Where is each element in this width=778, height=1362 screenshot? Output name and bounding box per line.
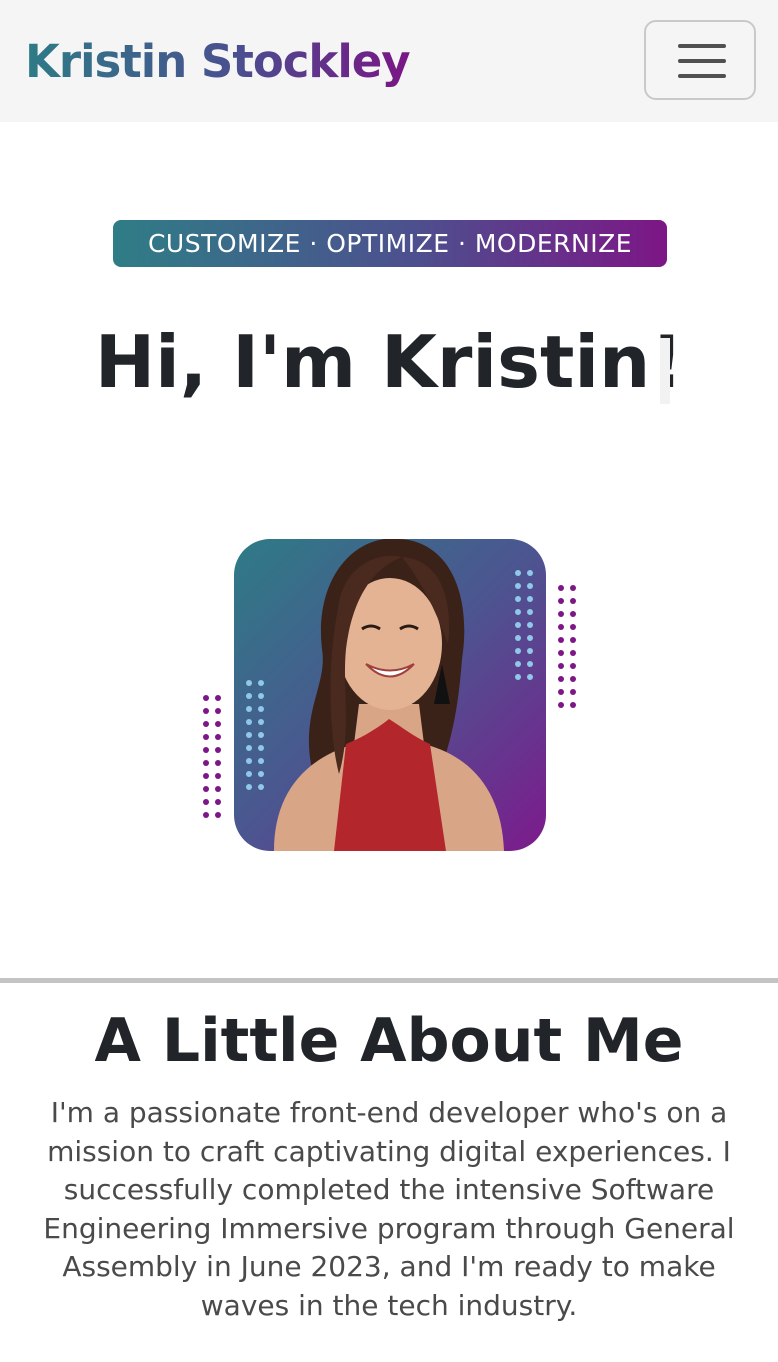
dot bbox=[246, 771, 252, 777]
dot bbox=[215, 721, 221, 727]
dot bbox=[527, 570, 533, 576]
dot bbox=[258, 693, 264, 699]
dot-pattern-left-inner bbox=[246, 680, 264, 790]
dot bbox=[246, 732, 252, 738]
dot bbox=[246, 719, 252, 725]
typing-cursor bbox=[660, 338, 670, 404]
dot bbox=[258, 706, 264, 712]
dot bbox=[203, 734, 209, 740]
dot bbox=[246, 680, 252, 686]
dot bbox=[570, 637, 576, 643]
dot-pattern-right bbox=[558, 585, 576, 708]
dot bbox=[203, 760, 209, 766]
dot bbox=[258, 758, 264, 764]
dot bbox=[515, 622, 521, 628]
dot bbox=[258, 771, 264, 777]
dot bbox=[246, 706, 252, 712]
dot bbox=[515, 635, 521, 641]
dot bbox=[527, 622, 533, 628]
dot bbox=[246, 784, 252, 790]
portrait-photo bbox=[234, 539, 546, 851]
dot bbox=[558, 585, 564, 591]
dot bbox=[515, 674, 521, 680]
dot bbox=[203, 695, 209, 701]
dot bbox=[570, 689, 576, 695]
dot bbox=[203, 708, 209, 714]
dot bbox=[215, 786, 221, 792]
dot bbox=[527, 661, 533, 667]
dot bbox=[558, 624, 564, 630]
dot bbox=[215, 760, 221, 766]
dot bbox=[203, 773, 209, 779]
dot bbox=[258, 745, 264, 751]
dot bbox=[515, 583, 521, 589]
dot bbox=[515, 661, 521, 667]
dot bbox=[258, 732, 264, 738]
dot bbox=[558, 676, 564, 682]
section-divider bbox=[0, 978, 778, 983]
dot bbox=[515, 648, 521, 654]
dot bbox=[215, 695, 221, 701]
dot bbox=[570, 598, 576, 604]
dot bbox=[215, 773, 221, 779]
dot bbox=[558, 663, 564, 669]
dot bbox=[527, 635, 533, 641]
dot bbox=[258, 680, 264, 686]
dot bbox=[558, 689, 564, 695]
dot bbox=[558, 611, 564, 617]
dot bbox=[203, 786, 209, 792]
dot bbox=[215, 747, 221, 753]
dot bbox=[246, 745, 252, 751]
dot bbox=[570, 585, 576, 591]
dot bbox=[203, 799, 209, 805]
about-paragraph: I'm a passionate front-end developer who… bbox=[43, 1096, 735, 1322]
dot bbox=[570, 624, 576, 630]
dot bbox=[570, 702, 576, 708]
dot-pattern-right-inner bbox=[515, 570, 533, 680]
portrait-image bbox=[274, 539, 504, 851]
dot bbox=[570, 611, 576, 617]
tagline-badge: CUSTOMIZE · OPTIMIZE · MODERNIZE bbox=[113, 220, 667, 267]
dot bbox=[246, 758, 252, 764]
brand-logo[interactable]: Kristin Stockley bbox=[25, 34, 411, 90]
dot bbox=[215, 734, 221, 740]
dot bbox=[527, 596, 533, 602]
dot bbox=[515, 570, 521, 576]
dot bbox=[558, 702, 564, 708]
about-title: A Little About Me bbox=[94, 1006, 684, 1076]
dot bbox=[570, 650, 576, 656]
navbar: Kristin Stockley bbox=[0, 0, 778, 122]
menu-toggle-button[interactable] bbox=[644, 20, 756, 100]
dot bbox=[515, 596, 521, 602]
dot bbox=[215, 799, 221, 805]
dot bbox=[527, 674, 533, 680]
dot bbox=[558, 650, 564, 656]
dot bbox=[258, 719, 264, 725]
dot bbox=[527, 648, 533, 654]
dot bbox=[215, 812, 221, 818]
dot bbox=[203, 747, 209, 753]
dot-pattern-left bbox=[203, 695, 221, 818]
dot bbox=[570, 663, 576, 669]
dot bbox=[203, 721, 209, 727]
dot bbox=[246, 693, 252, 699]
dot bbox=[570, 676, 576, 682]
dot bbox=[527, 583, 533, 589]
dot bbox=[215, 708, 221, 714]
dot bbox=[515, 609, 521, 615]
dot bbox=[258, 784, 264, 790]
dot bbox=[558, 637, 564, 643]
dot bbox=[527, 609, 533, 615]
dot bbox=[558, 598, 564, 604]
dot bbox=[203, 812, 209, 818]
